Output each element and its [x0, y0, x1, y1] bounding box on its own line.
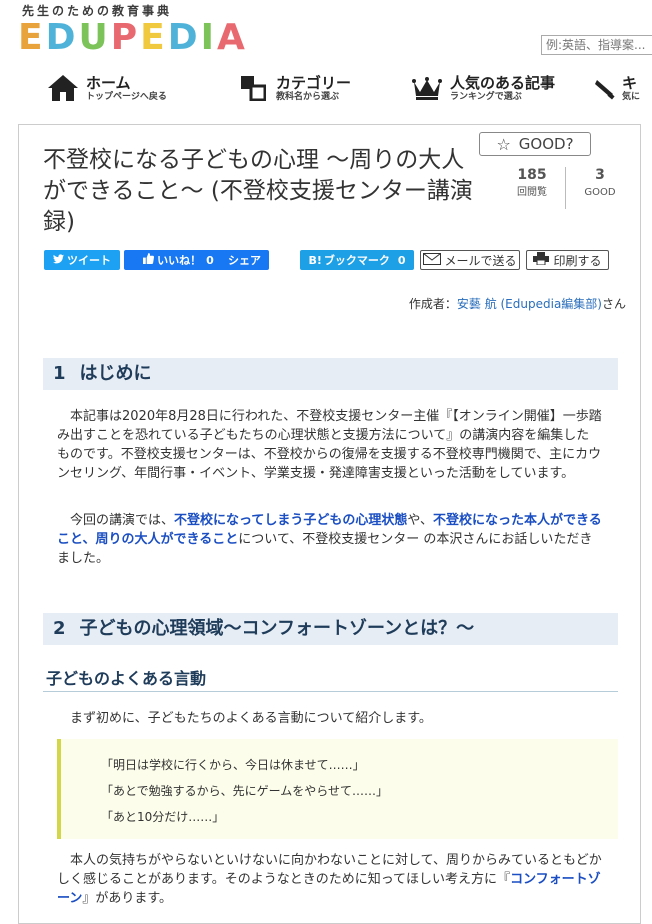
good-count: 3 GOOD — [569, 165, 631, 201]
hatena-bookmark-button[interactable]: B! ブックマーク 0 — [300, 250, 414, 270]
section-title: はじめに — [79, 363, 152, 384]
paragraph: 本記事は2020年8月28日に行われた、不登校支援センター主催『【オンライン開催… — [57, 409, 602, 481]
section-heading-2: 2 子どもの心理領域〜コンフォートゾーンとは？〜 — [43, 613, 618, 645]
nav-item-popular[interactable]: 人気のある記事 ランキングで選ぶ — [410, 68, 555, 108]
tweet-button[interactable]: ツイート — [44, 250, 120, 270]
author-suffix: さん — [601, 297, 626, 311]
logo-letter: E — [18, 17, 46, 58]
search-input[interactable] — [541, 35, 652, 55]
bookmark-label: ブックマーク — [323, 254, 390, 267]
hatena-icon: B! — [308, 253, 322, 267]
nav-title: 人気のある記事 — [450, 73, 556, 92]
quote-line: 「あとで勉強するから、先にゲームをやらせて……」 — [101, 784, 389, 798]
like-button[interactable]: いいね！ 0 — [124, 250, 233, 270]
highlight-text: 不登校になってしまう子どもの心理状態 — [174, 513, 408, 528]
star-icon: ☆ — [496, 134, 511, 154]
stat-value: 3 — [595, 167, 605, 183]
author-line: 作成者：安藝 航 (Edupedia編集部)さん — [409, 295, 626, 312]
stat-label: GOOD — [584, 187, 616, 198]
nav-subtitle: 気に — [622, 91, 641, 102]
paragraph: まず初めに、子どもたちのよくある言動について紹介します。 — [70, 711, 432, 726]
facebook-share-button[interactable]: シェア — [220, 250, 269, 270]
home-icon — [46, 72, 80, 104]
nav-title: キ — [622, 73, 638, 92]
print-label: 印刷する — [553, 253, 602, 268]
article-stats: 185 回閲覧 3 GOOD — [499, 165, 625, 211]
paragraph: 本人の気持ちがやらないといけないに向かわないことに対して、周りからみているともど… — [57, 851, 602, 908]
thumbs-up-icon — [143, 253, 155, 267]
nav-title: カテゴリー — [276, 73, 352, 92]
crown-icon — [410, 72, 444, 104]
section-title: 子どもの心理領域〜コンフォートゾーンとは？〜 — [79, 618, 475, 639]
section-number: 2 — [53, 618, 66, 639]
mail-label: メールで送る — [444, 253, 517, 268]
logo-letter: P — [110, 17, 141, 58]
site-logo[interactable]: EDUPEDIA — [18, 18, 248, 58]
section-heading-1: 1 はじめに — [43, 358, 618, 390]
text: 』があります。 — [82, 891, 173, 906]
nav-item-category[interactable]: カテゴリー 教科名から選ぶ — [236, 68, 351, 108]
nav-title: ホーム — [86, 73, 131, 92]
category-icon — [236, 72, 270, 104]
quote-block: 「明日は学校に行くから、今日は休ませて……」 「あとで勉強するから、先にゲームを… — [57, 739, 618, 839]
good-button[interactable]: ☆ GOOD? — [479, 132, 591, 156]
share-label: シェア — [228, 254, 261, 267]
stat-value: 185 — [517, 167, 547, 183]
printer-icon — [533, 252, 550, 268]
nav-subtitle: ランキングで選ぶ — [450, 91, 522, 102]
logo-letter: U — [78, 17, 111, 58]
article-card: 不登校になる子どもの心理 〜周りの大人ができること〜 (不登校支援センター講演録… — [18, 124, 641, 924]
logo-letter: E — [140, 17, 168, 58]
pen-icon — [592, 72, 618, 104]
mail-icon — [423, 252, 442, 268]
article-title: 不登校になる子どもの心理 〜周りの大人ができること〜 (不登校支援センター講演録… — [43, 147, 473, 235]
author-prefix: 作成者： — [408, 297, 457, 311]
logo-letter: A — [217, 17, 248, 58]
tweet-label: ツイート — [67, 254, 111, 267]
quote-line: 「明日は学校に行くから、今日は休ませて……」 — [101, 758, 365, 772]
logo-letter: I — [200, 17, 217, 58]
section-number: 1 — [53, 363, 66, 384]
paragraph: 今回の講演では、不登校になってしまう子どもの心理状態や、不登校になった本人ができ… — [57, 511, 602, 568]
nav-subtitle: 教科名から選ぶ — [276, 91, 340, 102]
stat-label: 回閲覧 — [517, 187, 547, 198]
print-button[interactable]: 印刷する — [526, 250, 609, 270]
like-label: いいね！ — [157, 254, 202, 267]
main-nav: ホーム トップページへ戻る カテゴリー 教科名から選ぶ 人気のある記事 ランキン… — [0, 68, 652, 108]
like-count: 0 — [206, 253, 214, 267]
logo-letter: D — [167, 17, 201, 58]
text: 今回の講演では、 — [70, 513, 175, 528]
text: や、 — [407, 513, 433, 528]
view-count: 185 回閲覧 — [501, 165, 563, 201]
mail-button[interactable]: メールで送る — [420, 250, 520, 270]
share-bar: ツイート いいね！ 0 シェア B! ブックマーク 0 メールで送る 印刷する — [19, 250, 640, 270]
stat-divider — [565, 167, 566, 209]
bookmark-count: 0 — [397, 253, 406, 267]
nav-subtitle: トップページへ戻る — [86, 91, 167, 102]
nav-item-keyword[interactable]: キ 気に — [592, 68, 640, 108]
nav-item-home[interactable]: ホーム トップページへ戻る — [46, 68, 167, 108]
subsection-heading: 子どものよくある言動 — [43, 665, 618, 692]
logo-letter: D — [45, 17, 79, 58]
author-link[interactable]: 安藝 航 (Edupedia編集部) — [457, 297, 602, 311]
quote-line: 「あと10分だけ……」 — [101, 810, 225, 824]
twitter-icon — [53, 253, 64, 267]
good-label: GOOD? — [518, 135, 574, 153]
